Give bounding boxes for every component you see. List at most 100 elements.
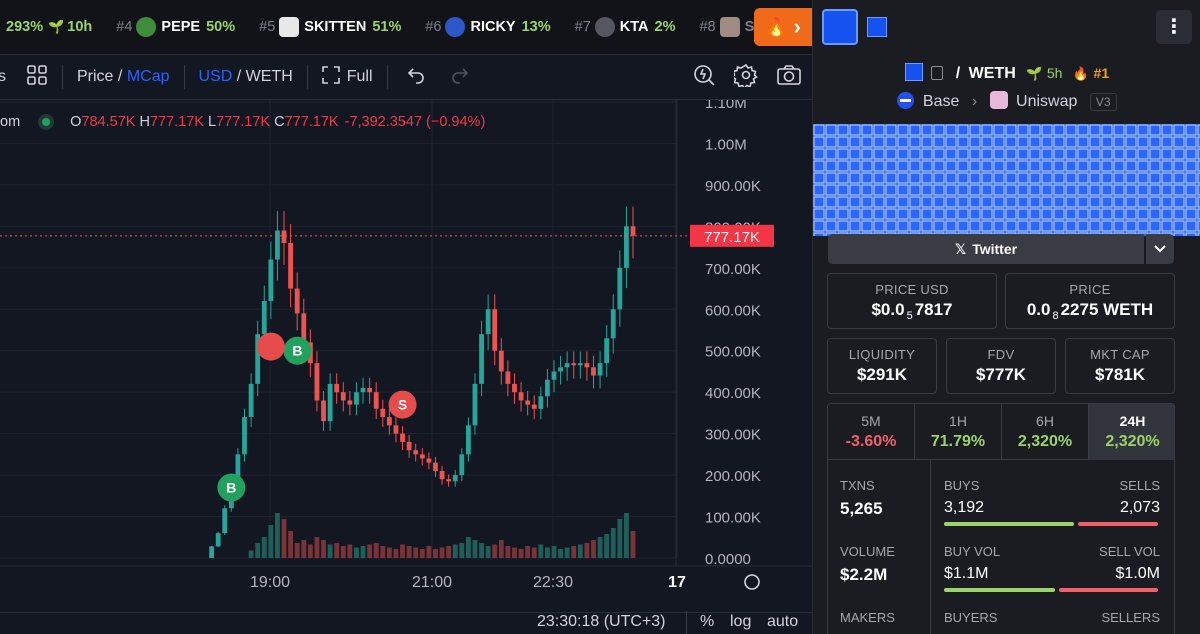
y-tick-label: 300.00K <box>705 427 761 444</box>
layout-grid-icon[interactable] <box>26 64 48 91</box>
ticker-item[interactable]: #8 S <box>699 17 760 37</box>
currency-toggle[interactable]: USD / WETH <box>199 68 293 86</box>
candle-body <box>288 242 293 289</box>
tab-1h[interactable]: 1H 71.79% <box>915 404 1002 460</box>
socials-expand-button[interactable] <box>1146 234 1174 264</box>
dex-link[interactable]: Uniswap <box>1016 93 1077 110</box>
buys-bar <box>944 522 1074 526</box>
screenshot-camera-icon[interactable] <box>776 63 802 92</box>
volume-bar <box>591 540 596 558</box>
buys-value: 3,192 <box>944 499 985 516</box>
fire-icon: 🔥 <box>1072 66 1090 81</box>
candle-body <box>268 259 274 301</box>
volume-bar <box>347 544 353 558</box>
mcap-option[interactable]: MCap <box>127 68 170 85</box>
candle-body <box>465 425 471 455</box>
ticker-change: 293% <box>6 19 44 35</box>
chevron-down-icon <box>1154 245 1166 253</box>
liquidity-card: LIQUIDITY $291K <box>827 338 937 394</box>
candle-body <box>354 392 359 405</box>
pair-slash: / <box>955 65 961 82</box>
tab-24h[interactable]: 24H 2,320% <box>1089 404 1174 460</box>
copy-icon[interactable] <box>931 66 944 80</box>
weth-option[interactable]: WETH <box>246 68 293 85</box>
candle-body <box>419 454 425 459</box>
y-tick-label: 1.00M <box>705 136 747 153</box>
volume-bar <box>275 513 280 558</box>
volume-bar <box>294 543 300 558</box>
skitten-avatar-icon <box>279 17 300 37</box>
candle-body <box>518 392 524 401</box>
ticker-change: 13% <box>521 19 551 35</box>
auto-scale-button[interactable]: auto <box>767 613 798 631</box>
ticker-change: 51% <box>372 19 402 35</box>
redo-icon[interactable] <box>450 65 470 90</box>
quick-search-icon[interactable] <box>692 63 716 92</box>
trade-marker <box>256 332 285 361</box>
ticker-name: S <box>744 19 755 35</box>
tab-5m[interactable]: 5M -3.60% <box>828 404 915 460</box>
x-tick-label: 19:00 <box>250 574 290 591</box>
volume-bar <box>459 543 465 558</box>
dex-version-badge: V3 <box>1089 93 1117 111</box>
ticker-age: 10h <box>67 19 93 35</box>
candle-body <box>400 433 405 442</box>
legend-high-value: 777.17K <box>149 114 204 130</box>
txns-value: 5,265 <box>840 499 883 518</box>
legend-close-label: C <box>274 114 285 130</box>
candle-body <box>525 400 531 405</box>
percent-scale-button[interactable]: % <box>700 613 714 631</box>
log-scale-button[interactable]: log <box>730 613 751 631</box>
legend-change: -7,392.3547 (−0.94%) <box>344 114 486 130</box>
ticker-item[interactable]: #4 PEPE 50% <box>116 17 235 37</box>
liquidity-label: LIQUIDITY <box>848 347 916 362</box>
trending-ticker: 293% 🌱 10h #4 PEPE 50% #5 SKITTEN 51% #6… <box>0 0 812 54</box>
price-option[interactable]: Price <box>77 68 113 85</box>
volume-bar <box>301 540 307 558</box>
volume-bar <box>472 540 478 558</box>
fullscreen-button[interactable]: Full <box>321 65 373 89</box>
volume-bar <box>525 546 531 558</box>
ohlc-legend: om O 784.57K H 777.17K L 777.17K C 777.17K -… <box>0 114 485 130</box>
chain-link[interactable]: Base <box>923 93 959 110</box>
visibility-eye-icon[interactable] <box>38 114 55 130</box>
fullscreen-label: Full <box>346 68 373 85</box>
candle-body <box>334 383 340 393</box>
volume-bar <box>485 546 491 558</box>
x-logo-icon: 𝕏 <box>954 240 967 257</box>
price-chart[interactable]: 1.10M1.00M900.00K800.00K700.00K600.00K50… <box>0 100 812 612</box>
kta-avatar-icon <box>594 17 615 37</box>
interval-button[interactable]: s <box>0 68 6 86</box>
volume-bar <box>571 546 577 558</box>
ticker-item[interactable]: #6 RICKY 13% <box>425 17 551 37</box>
trending-fire-button[interactable]: 🔥 › <box>754 8 812 46</box>
toolbar-divider <box>386 65 388 89</box>
tab-6h[interactable]: 6H 2,320% <box>1002 404 1089 460</box>
trade-marker-label: S <box>398 397 407 413</box>
candle-body <box>446 479 452 482</box>
market-cap-card: MKT CAP $781K <box>1065 338 1175 394</box>
ticker-item[interactable]: #5 SKITTEN 51% <box>259 17 401 37</box>
token-banner <box>813 124 1200 236</box>
ticker-item[interactable]: #7 KTA 2% <box>575 17 675 37</box>
more-menu-button[interactable]: ⋮ <box>1156 10 1192 44</box>
ticker-item[interactable]: 293% 🌱 10h <box>6 19 92 35</box>
volume-bar <box>281 519 287 558</box>
ticker-rank: #4 <box>116 19 133 35</box>
candle-body <box>624 226 629 268</box>
candle-body <box>498 350 504 372</box>
toggle-slash: / <box>236 68 242 85</box>
candle-body <box>564 363 570 368</box>
ticker-change: 50% <box>206 19 236 35</box>
candle-body <box>505 371 511 384</box>
usd-option[interactable]: USD <box>199 68 233 85</box>
candle-body <box>433 462 438 471</box>
undo-icon[interactable] <box>406 65 426 90</box>
breadcrumb-chevron-icon: › <box>971 93 978 110</box>
settings-gear-icon[interactable] <box>731 63 758 92</box>
volume-bar <box>597 537 603 558</box>
twitter-link-button[interactable]: 𝕏 Twitter <box>828 234 1144 264</box>
ticker-rank: #8 <box>699 19 716 35</box>
candle-body <box>617 267 623 310</box>
price-mcap-toggle[interactable]: Price / MCap <box>77 68 170 86</box>
